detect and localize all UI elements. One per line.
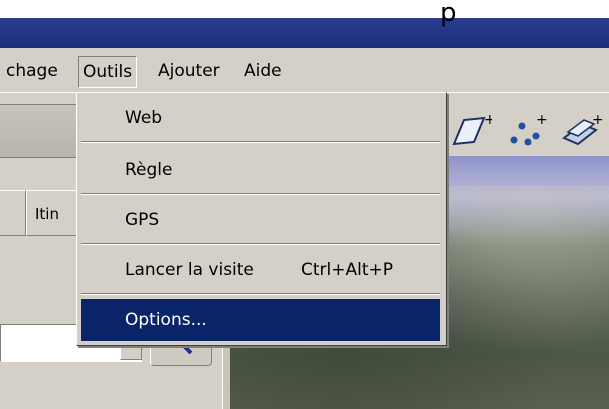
tab-search[interactable] [0, 190, 26, 236]
menu-item-web[interactable]: Web [81, 97, 440, 139]
add-path-icon[interactable]: + [506, 112, 548, 148]
menu-ajouter[interactable]: Ajouter [154, 56, 224, 88]
menu-separator [81, 141, 440, 143]
window-title-fragment: p [440, 0, 457, 28]
menu-item-gps[interactable]: GPS [81, 199, 440, 241]
menu-separator [81, 293, 440, 295]
add-overlay-icon[interactable]: + [560, 112, 602, 148]
menu-item-web-label: Web [125, 108, 163, 128]
menu-item-regle-label: Règle [125, 160, 173, 180]
title-bar: p [0, 0, 609, 48]
svg-text:+: + [484, 112, 492, 128]
menu-item-options[interactable]: Options... [81, 299, 440, 341]
menu-item-gps-label: GPS [125, 210, 160, 230]
menu-outils[interactable]: Outils [78, 56, 138, 88]
menu-item-regle[interactable]: Règle [81, 149, 440, 191]
svg-text:+: + [592, 112, 602, 128]
svg-text:+: + [536, 112, 548, 128]
add-polygon-icon[interactable]: + [450, 112, 492, 148]
outils-dropdown-menu: Web Règle GPS Lancer la visite Ctrl+Alt+… [76, 92, 447, 346]
menu-item-shortcut: Ctrl+Alt+P [301, 260, 394, 280]
menu-affichage[interactable]: chage [2, 56, 62, 88]
menu-item-lancer-visite[interactable]: Lancer la visite Ctrl+Alt+P [81, 249, 440, 291]
menu-item-options-label: Options... [125, 310, 207, 330]
menu-separator [81, 243, 440, 245]
menu-item-lancer-visite-label: Lancer la visite [125, 260, 254, 280]
menu-aide[interactable]: Aide [240, 56, 286, 88]
menu-separator [81, 193, 440, 195]
